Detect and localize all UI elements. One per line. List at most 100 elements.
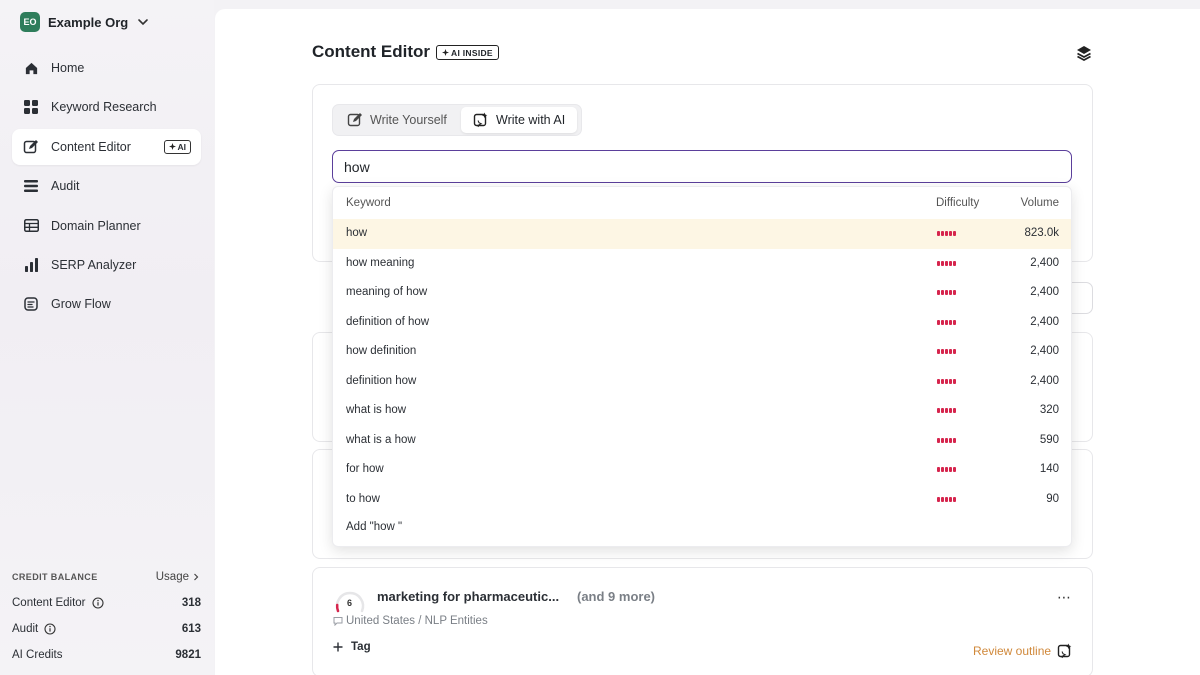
write-yourself-option[interactable]: Write Yourself xyxy=(335,107,459,133)
credit-label: Content Editor xyxy=(12,597,86,609)
info-icon[interactable] xyxy=(91,597,104,609)
write-with-ai-option[interactable]: Write with AI xyxy=(461,107,578,133)
document-subtitle: United States / NLP Entities xyxy=(333,615,488,627)
credit-row-audit: Audit 613 xyxy=(12,623,201,635)
credit-balance-header: CREDIT BALANCE Usage xyxy=(12,571,200,583)
difficulty-indicator xyxy=(937,467,956,472)
sidebar-item-label: Audit xyxy=(51,179,80,194)
credit-label: Audit xyxy=(12,623,39,635)
difficulty-segment xyxy=(945,290,948,295)
difficulty-indicator xyxy=(937,319,956,325)
suggestion-volume: 590 xyxy=(1039,433,1059,446)
difficulty-segment xyxy=(953,437,956,443)
sidebar-item-grow-flow[interactable]: Grow Flow xyxy=(12,286,201,322)
difficulty-segment xyxy=(949,290,952,295)
write-mode-toggle: Write Yourself Write with AI xyxy=(332,104,582,136)
sidebar-item-home[interactable]: Home xyxy=(12,50,201,86)
sidebar-item-audit[interactable]: Audit xyxy=(12,168,201,204)
review-outline-button[interactable]: Review outline xyxy=(973,643,1073,659)
difficulty-segment xyxy=(949,467,952,472)
suggestion-keyword: meaning of how xyxy=(346,286,428,298)
grid-icon xyxy=(22,98,40,116)
suggestion-keyword: what is a how xyxy=(346,433,416,446)
credit-value: 613 xyxy=(181,623,201,635)
document-title[interactable]: marketing for pharmaceutic... xyxy=(377,589,559,604)
credit-value: 318 xyxy=(181,597,201,609)
difficulty-segment xyxy=(941,231,944,236)
keyword-suggestion-row[interactable]: to how 90 xyxy=(333,485,1071,515)
column-volume: Volume xyxy=(1020,197,1059,209)
add-tag-button[interactable]: Tag xyxy=(333,641,371,653)
difficulty-segment xyxy=(937,496,940,502)
home-icon xyxy=(22,59,40,77)
difficulty-segment xyxy=(937,319,940,325)
keyword-suggestion-row[interactable]: what is a how 590 xyxy=(333,426,1071,456)
keyword-search-input[interactable] xyxy=(332,150,1072,183)
sidebar-item-serp-analyzer[interactable]: SERP Analyzer xyxy=(12,247,201,283)
difficulty-segment xyxy=(937,290,940,295)
suggestion-volume: 823.0k xyxy=(1024,227,1059,239)
keyword-suggestion-row[interactable]: definition of how 2,400 xyxy=(333,308,1071,338)
difficulty-indicator xyxy=(937,437,956,443)
difficulty-segment xyxy=(937,378,940,384)
difficulty-segment xyxy=(945,378,948,384)
difficulty-indicator xyxy=(937,349,956,354)
sidebar-item-label: Grow Flow xyxy=(51,297,111,312)
difficulty-indicator xyxy=(937,260,956,266)
content-score: 6 xyxy=(347,598,353,608)
difficulty-segment xyxy=(949,378,952,384)
usage-link[interactable]: Usage xyxy=(156,571,200,583)
info-icon[interactable] xyxy=(44,623,56,635)
keyword-suggestion-row[interactable]: how 823.0k xyxy=(333,219,1071,249)
add-keyword-option[interactable]: Add "how " xyxy=(346,521,402,533)
write-yourself-label: Write Yourself xyxy=(370,113,447,127)
keyword-suggestion-row[interactable]: for how 140 xyxy=(333,455,1071,485)
more-options-icon[interactable]: ⋯ xyxy=(1057,589,1072,606)
review-outline-label: Review outline xyxy=(973,644,1052,658)
chevron-right-icon xyxy=(194,573,199,581)
credit-row-ai-credits: AI Credits 9821 xyxy=(12,649,201,661)
suggestion-volume: 320 xyxy=(1039,404,1059,416)
difficulty-segment xyxy=(937,467,940,472)
document-more-keywords: (and 9 more) xyxy=(577,589,656,604)
difficulty-segment xyxy=(941,378,944,384)
keyword-suggestion-row[interactable]: how meaning 2,400 xyxy=(333,249,1071,279)
sidebar-item-domain-planner[interactable]: Domain Planner xyxy=(12,208,201,244)
sidebar-item-content-editor[interactable]: Content Editor AI xyxy=(12,128,201,165)
keyword-suggestion-row[interactable]: what is how 320 xyxy=(333,396,1071,426)
ai-inside-badge: AI INSIDE xyxy=(436,45,499,60)
credit-row-content-editor: Content Editor 318 xyxy=(12,597,201,609)
suggestion-keyword: to how xyxy=(346,492,380,505)
usage-label: Usage xyxy=(155,571,189,583)
difficulty-segment xyxy=(945,260,948,266)
difficulty-segment xyxy=(949,231,952,236)
difficulty-indicator xyxy=(937,378,956,384)
difficulty-segment xyxy=(953,378,956,384)
sidebar-item-keyword-research[interactable]: Keyword Research xyxy=(12,89,201,125)
layers-icon[interactable] xyxy=(1075,44,1093,62)
dropdown-header: Keyword Difficulty Volume xyxy=(333,187,1071,219)
difficulty-segment xyxy=(949,437,952,443)
sparkle-icon xyxy=(168,143,176,151)
list-icon xyxy=(22,177,40,195)
suggestion-keyword: for how xyxy=(346,463,384,475)
table-icon xyxy=(22,217,40,235)
sidebar-item-label: Keyword Research xyxy=(51,100,157,115)
difficulty-segment xyxy=(945,496,948,502)
ai-inside-label: AI INSIDE xyxy=(451,47,493,58)
plus-icon xyxy=(333,642,343,652)
difficulty-segment xyxy=(953,260,956,266)
difficulty-segment xyxy=(953,349,956,354)
edit-icon xyxy=(22,138,40,156)
org-switcher[interactable]: EO Example Org xyxy=(20,11,150,33)
difficulty-segment xyxy=(937,349,940,354)
ai-edit-icon xyxy=(1057,643,1072,659)
difficulty-segment xyxy=(949,260,952,266)
suggestion-volume: 90 xyxy=(1046,492,1059,505)
suggestion-keyword: what is how xyxy=(346,404,407,416)
suggestion-volume: 140 xyxy=(1039,463,1059,475)
keyword-suggestion-row[interactable]: definition how 2,400 xyxy=(333,367,1071,397)
keyword-suggestion-row[interactable]: meaning of how 2,400 xyxy=(333,278,1071,308)
difficulty-segment xyxy=(953,319,956,325)
keyword-suggestion-row[interactable]: how definition 2,400 xyxy=(333,337,1071,367)
